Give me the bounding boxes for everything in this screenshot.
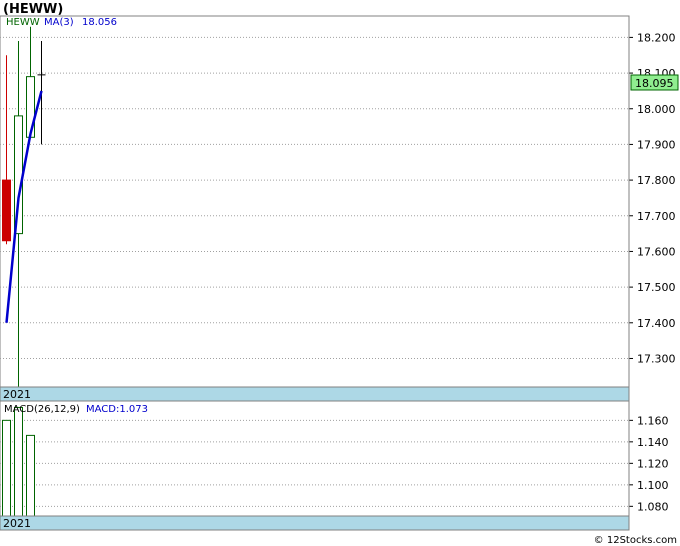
price-tick-label: 17.400 — [637, 317, 676, 330]
macd-tick-label: 1.120 — [637, 457, 669, 470]
price-panel: 17.300 17.400 17.500 17.600 17.700 17.800 17.9… — [0, 15, 679, 402]
price-tick-label: 17.600 — [637, 245, 676, 258]
price-tick-label: 17.700 — [637, 210, 676, 223]
macd-legend-label: MACD(26,12,9) — [4, 404, 80, 415]
macd-legend-value: MACD:1.073 — [86, 404, 148, 415]
price-tick-label: 18.200 — [637, 31, 676, 44]
macd-panel: 1.080 1.100 1.120 1.140 1.160 2021 MACD(26,1… — [0, 400, 669, 531]
macd-bar — [26, 434, 35, 517]
price-tick-label: 17.500 — [637, 281, 676, 294]
price-panel-frame — [0, 15, 630, 402]
candle-body — [26, 76, 35, 138]
legend-ma-value: 18.056 — [82, 17, 117, 28]
price-tick-label: 17.900 — [637, 138, 676, 151]
chart-title: (HEWW) — [3, 2, 63, 17]
macd-bar — [14, 406, 23, 517]
price-tick-label: 18.000 — [637, 103, 676, 116]
macd-tick-label: 1.100 — [637, 479, 669, 492]
macd-tick-label: 1.140 — [637, 436, 669, 449]
macd-tick-label: 1.080 — [637, 500, 669, 513]
price-year-label: 2021 — [3, 388, 31, 401]
legend-symbol: HEWW — [6, 17, 40, 28]
legend-ma-label: MA(3) — [44, 17, 74, 28]
stock-chart: (HEWW) 17.30017.40017.50017.60017.70017.… — [0, 2, 679, 546]
last-price-text: 18.095 — [635, 77, 674, 90]
price-year-band — [0, 386, 630, 402]
macd-bar — [2, 419, 11, 517]
copyright-footer: © 12Stocks.com — [594, 535, 677, 546]
macd-tick-label: 1.160 — [637, 414, 669, 427]
macd-year-label: 2021 — [3, 517, 31, 530]
price-tick-label: 17.300 — [637, 352, 676, 365]
macd-year-band — [0, 515, 630, 531]
price-tick-label: 17.800 — [637, 174, 676, 187]
last-price-tag: 18.095 — [630, 74, 679, 91]
candle-body — [2, 179, 11, 242]
macd-axis-ticks: 1.080 1.100 1.120 1.140 1.160 — [629, 414, 669, 513]
